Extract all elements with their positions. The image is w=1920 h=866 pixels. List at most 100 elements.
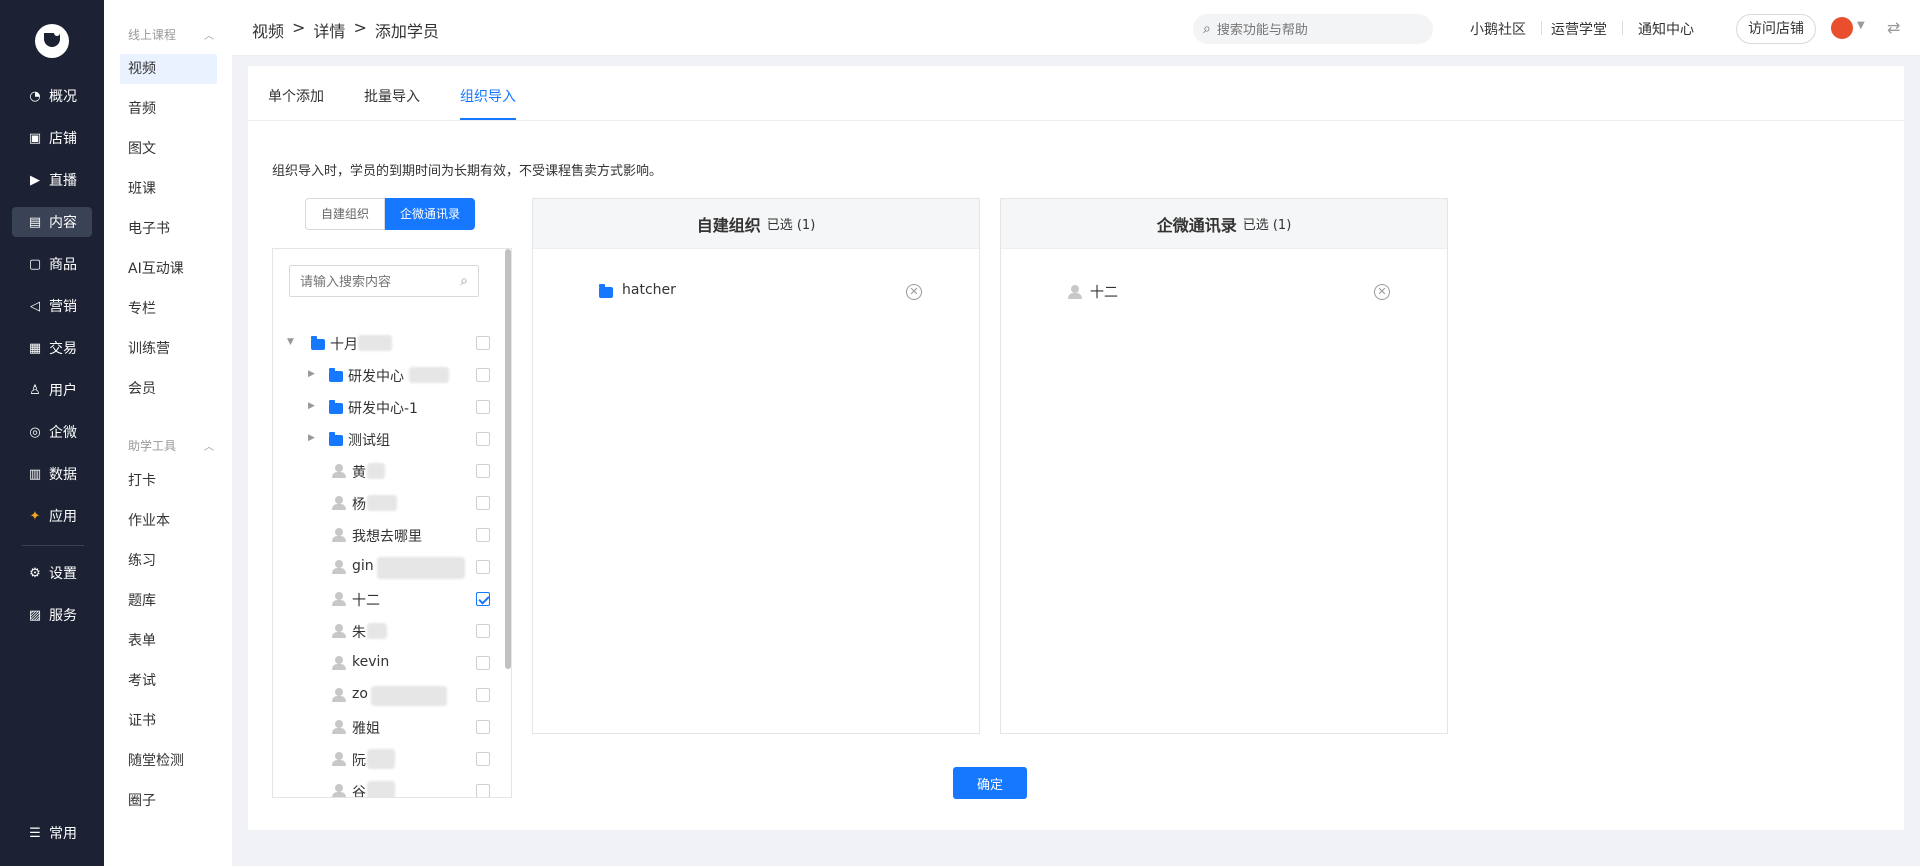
nav-wecom[interactable]: ◎ 企微 [12,417,92,447]
subnav-item-question-bank[interactable]: 题库 [120,586,217,616]
global-search-input[interactable] [1216,21,1417,37]
favorites-icon: ☰ [29,825,41,841]
link-notifications[interactable]: 通知中心 [1638,19,1694,39]
row-checkbox[interactable] [476,624,490,638]
nav-live[interactable]: ▶ 直播 [12,165,92,195]
caret-right-icon[interactable]: ▶ [308,433,315,443]
nav-content[interactable]: ▤ 内容 [12,207,92,237]
tree-row[interactable]: gin [273,554,503,580]
nav-marketing[interactable]: ◁ 营销 [12,291,92,321]
app-logo[interactable] [35,24,69,58]
tree-row[interactable]: ▶ 研发中心 [273,362,503,388]
breadcrumb-separator: > [353,18,367,37]
data-icon: ▥ [28,466,42,482]
row-checkbox[interactable] [476,496,490,510]
subnav-item-membership[interactable]: 会员 [120,374,217,404]
person-icon [331,528,347,542]
nav-favorites[interactable]: ☰ 常用 [12,818,92,848]
breadcrumb-detail[interactable]: 详情 [313,18,345,42]
subnav-item-camp[interactable]: 训练营 [120,334,217,364]
nav-settings[interactable]: ⚙ 设置 [12,558,92,588]
row-checkbox[interactable] [476,400,490,414]
row-checkbox[interactable] [476,464,490,478]
tab-batch-import[interactable]: 批量导入 [364,86,420,106]
subnav-item-class[interactable]: 班课 [120,174,217,204]
subnav-item-audio[interactable]: 音频 [120,94,217,124]
marketing-icon: ◁ [30,298,40,314]
nav-users[interactable]: ♙ 用户 [12,375,92,405]
subnav-item-certificate[interactable]: 证书 [120,706,217,736]
subnav-item-form[interactable]: 表单 [120,626,217,656]
tree-row[interactable]: 谷 [273,778,503,797]
tree-row[interactable]: ▶ 研发中心-1 [273,394,503,420]
nav-store[interactable]: ▣ 店铺 [12,123,92,153]
tree-row[interactable]: 朱 [273,618,503,644]
tab-single-add[interactable]: 单个添加 [268,86,324,106]
subnav-item-exam[interactable]: 考试 [120,666,217,696]
row-checkbox-checked[interactable] [476,592,490,606]
nav-overview[interactable]: ◔ 概况 [12,81,92,111]
tree-row[interactable]: 雅姐 [273,714,503,740]
subnav-item-column[interactable]: 专栏 [120,294,217,324]
caret-right-icon[interactable]: ▶ [308,401,315,411]
nav-data[interactable]: ▥ 数据 [12,459,92,489]
row-checkbox[interactable] [476,336,490,350]
row-checkbox[interactable] [476,752,490,766]
caret-down-icon[interactable]: ▼ [1857,20,1865,31]
row-checkbox[interactable] [476,368,490,382]
folder-icon [599,284,613,298]
redacted-text [377,557,465,579]
subnav-item-ai-course[interactable]: AI互动课 [120,254,217,284]
tab-org-import[interactable]: 组织导入 [460,86,516,106]
nav-apps[interactable]: ✦ 应用 [12,501,92,531]
visit-store-button[interactable]: 访问店铺 [1736,14,1816,44]
tree-row[interactable]: 阮 [273,746,503,772]
segment-self-built-org[interactable]: 自建组织 [305,198,385,230]
confirm-button[interactable]: 确定 [953,767,1027,799]
tree-row[interactable]: 十二 [273,586,503,612]
avatar[interactable] [1831,17,1853,39]
breadcrumb-video[interactable]: 视频 [252,18,284,42]
nav-service[interactable]: ▨ 服务 [12,600,92,630]
tree-scrollbar[interactable] [505,249,511,669]
subnav-group-online-courses[interactable]: 线上课程 ︿ [128,26,214,43]
segment-wecom-contacts[interactable]: 企微通讯录 [385,198,475,230]
tree-row[interactable]: 我想去哪里 [273,522,503,548]
subnav-item-article[interactable]: 图文 [120,134,217,164]
nav-goods[interactable]: ▢ 商品 [12,249,92,279]
subnav-item-checkin[interactable]: 打卡 [120,466,217,496]
row-checkbox[interactable] [476,784,490,797]
nav-trade[interactable]: ▦ 交易 [12,333,92,363]
tree-row[interactable]: ▶ 测试组 [273,426,503,452]
caret-down-icon[interactable]: ▼ [287,337,294,347]
global-search[interactable]: ⌕ [1193,14,1433,44]
tree-search[interactable]: ⌕ [289,265,479,297]
row-checkbox[interactable] [476,432,490,446]
subnav-item-quiz[interactable]: 随堂检测 [120,746,217,776]
redacted-text [371,686,447,706]
switch-icon[interactable]: ⇄ [1887,18,1900,37]
tree-search-input[interactable] [300,273,450,289]
subnav-item-practice[interactable]: 练习 [120,546,217,576]
subnav-item-homework[interactable]: 作业本 [120,506,217,536]
row-checkbox[interactable] [476,688,490,702]
tree-row[interactable]: zo [273,682,503,708]
row-checkbox[interactable] [476,560,490,574]
tree-row[interactable]: 黄 [273,458,503,484]
link-community[interactable]: 小鹅社区 [1470,19,1526,39]
caret-right-icon[interactable]: ▶ [308,369,315,379]
search-icon: ⌕ [1203,21,1211,37]
tree-row[interactable]: ▼ 十月 [273,330,503,356]
subnav-item-ebook[interactable]: 电子书 [120,214,217,244]
remove-icon[interactable]: ✕ [906,284,922,300]
subnav-item-circle[interactable]: 圈子 [120,786,217,816]
subnav-group-study-tools[interactable]: 助学工具 ︿ [128,437,214,454]
remove-icon[interactable]: ✕ [1374,284,1390,300]
row-checkbox[interactable] [476,720,490,734]
tree-row[interactable]: 杨 [273,490,503,516]
subnav-item-video[interactable]: 视频 [120,54,217,84]
row-checkbox[interactable] [476,528,490,542]
tree-row[interactable]: kevin [273,650,503,676]
row-checkbox[interactable] [476,656,490,670]
link-academy[interactable]: 运营学堂 [1551,19,1607,39]
